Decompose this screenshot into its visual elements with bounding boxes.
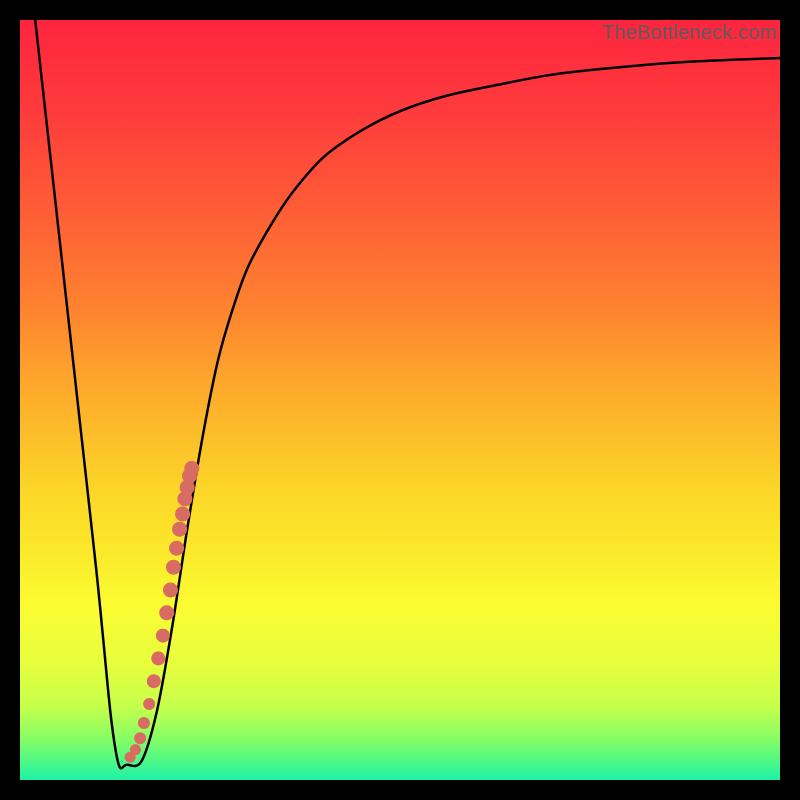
data-marker (184, 461, 199, 476)
data-marker (175, 507, 190, 522)
data-marker (143, 698, 155, 710)
data-marker (151, 651, 165, 665)
marker-group (125, 461, 200, 763)
data-marker (138, 717, 150, 729)
data-marker (166, 560, 181, 575)
plot-area: TheBottleneck.com (20, 20, 780, 780)
chart-frame: TheBottleneck.com (0, 0, 800, 800)
data-marker (156, 629, 170, 643)
chart-overlay (20, 20, 780, 780)
data-marker (163, 583, 178, 598)
data-marker (147, 674, 161, 688)
data-marker (169, 541, 184, 556)
data-marker (134, 732, 146, 744)
bottleneck-curve (35, 20, 780, 768)
data-marker (159, 605, 174, 620)
data-marker (172, 522, 187, 537)
watermark-text: TheBottleneck.com (602, 22, 777, 45)
data-marker (130, 744, 141, 755)
